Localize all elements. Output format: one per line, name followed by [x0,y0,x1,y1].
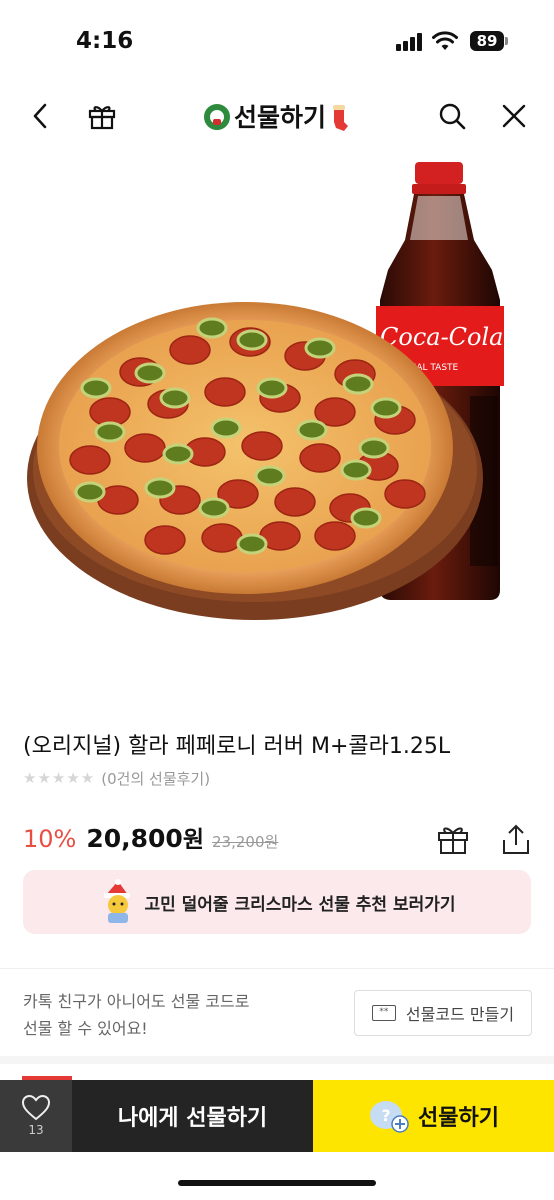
banner-text: 고민 덜어줄 크리스마스 선물 추천 보러가기 [144,894,456,915]
svg-text:Coca-Cola: Coca-Cola [380,323,503,351]
gift-code-icon: ** [371,1005,396,1021]
section-divider [0,1056,554,1064]
wreath-icon [203,104,230,130]
divider [0,968,554,969]
christmas-recommendation-banner[interactable]: 고민 덜어줄 크리스마스 선물 추천 보러가기 [23,870,531,934]
sale-price: 20,800 [86,824,183,853]
product-image: Coca-Cola ORIGINAL TASTE [27,162,504,620]
cellular-signal-icon [396,33,426,51]
top-navigation-bar: 선물하기 [0,86,554,144]
create-gift-code-label: 선물코드 만들기 [405,1005,515,1024]
santa-character-icon [104,879,131,923]
friend-gift-icon-text: ? [381,1106,390,1125]
home-indicator [178,1180,376,1186]
close-icon [502,104,526,128]
status-bar: 4:16 89 [0,0,554,80]
battery-icon: 89 [470,31,508,51]
friend-gift-icon: ? [370,1101,409,1133]
search-icon [439,103,466,130]
send-gift-button[interactable]: ? 선물하기 [313,1080,554,1152]
price-row: 10% 20,800 원 23,200원 [23,820,278,860]
page-title-text: 선물하기 [233,103,326,132]
gift-code-info-line1: 카톡 친구가 아니어도 선물 코드로 [23,992,250,1011]
rating-row[interactable]: ★★★★★ (0건의 선물후기) [23,768,210,788]
review-count: (0건의 선물후기) [101,769,211,788]
gift-to-myself-button[interactable]: 나에게 선물하기 [72,1080,313,1152]
share-icon[interactable] [500,822,532,856]
wifi-icon [432,31,458,50]
gift-box-icon[interactable] [436,822,470,856]
battery-level: 89 [470,31,504,51]
wish-count: 13 [28,1123,44,1137]
product-name: (오리지널) 할라 페페로니 러버 M+콜라1.25L [23,734,451,759]
discount-rate: 10% [23,825,77,853]
status-time: 4:16 [76,28,134,54]
heart-icon [22,1095,50,1121]
gift-code-info: 카톡 친구가 아니어도 선물 코드로 선물 할 수 있어요! [23,988,323,1042]
search-button[interactable] [432,96,472,136]
currency-unit: 원 [182,827,204,853]
bottom-action-bar: 13 나에게 선물하기 ? 선물하기 [0,1076,554,1152]
close-button[interactable] [494,96,534,136]
star-rating-icon: ★★★★★ [23,769,96,787]
original-price: 23,200원 [212,833,279,851]
create-gift-code-button[interactable]: ** 선물코드 만들기 [354,990,532,1036]
send-gift-label: 선물하기 [418,1106,499,1131]
gift-code-info-line2: 선물 할 수 있어요! [23,1019,148,1038]
wish-button[interactable]: 13 [0,1080,72,1152]
christmas-stocking-icon [333,105,348,131]
